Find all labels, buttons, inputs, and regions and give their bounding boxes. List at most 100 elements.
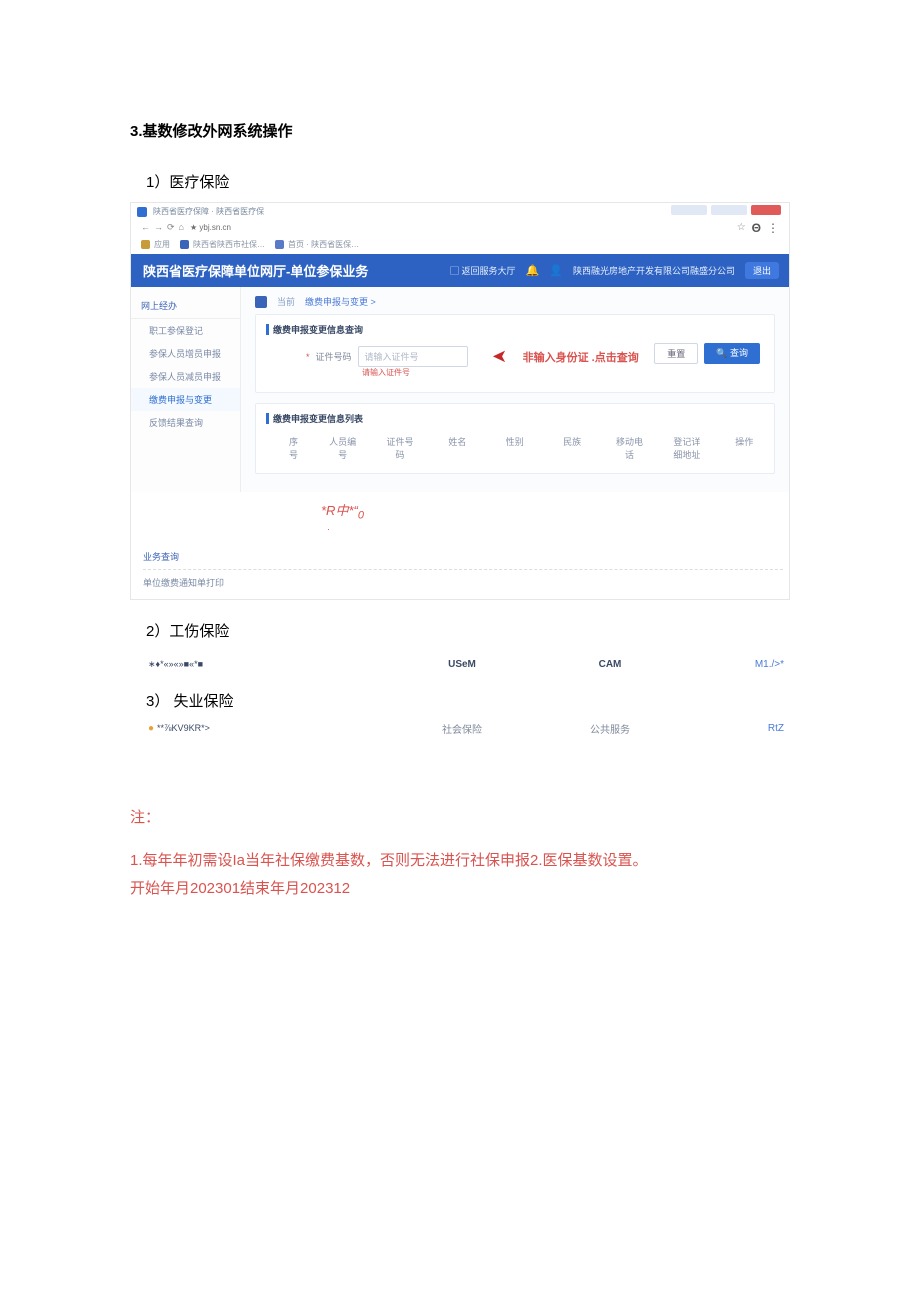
sidebar-item[interactable]: 反馈结果查询 [131, 411, 240, 434]
subsection-1-title: 1）医疗保险 [146, 171, 790, 192]
browser-nav-bar: ← → ⟳ ⌂ ★ ybj.sn.cn ☆ Θ ⋮ [131, 220, 789, 237]
breadcrumb-home-icon[interactable] [255, 296, 267, 308]
query-button[interactable]: 🔍 查询 [704, 343, 760, 364]
bookmark-icon [180, 240, 189, 249]
annotation-dot: · [321, 522, 789, 534]
divider [143, 569, 783, 570]
bookmark-icon [141, 240, 150, 249]
reload-icon[interactable]: ⟳ [167, 222, 175, 233]
query-card: 缴费申报变更信息查询 * 证件号码 请输入证件号 ➤ 非输入身份证 .点击查询 … [255, 314, 775, 393]
business-query-link[interactable]: 业务查询 [137, 546, 789, 567]
sidebar: 网上经办 职工参保登记 参保人员增员申报 参保人员减员申报 缴费申报与变更 ➤ … [131, 287, 241, 492]
logo-text: ●**⅞KV9KR*> [148, 723, 388, 734]
bell-icon[interactable]: 🔔 [526, 264, 540, 277]
card-title-text: 缴费申报变更信息列表 [273, 412, 363, 425]
bookmark-label: 陕西省陕西市社保… [193, 239, 265, 250]
sidebar-item[interactable]: 参保人员增员申报 [131, 342, 240, 365]
nav-tab[interactable]: 公共服务 [536, 721, 684, 736]
bookmark-item[interactable]: 陕西省陕西市社保… [180, 239, 265, 250]
portal-title: 陕西省医疗保障单位网厅-单位参保业务 [143, 261, 368, 280]
win-control [671, 205, 707, 215]
nav-tab[interactable]: USeM [388, 659, 536, 670]
nav-right-text: RtZ [684, 723, 784, 734]
bookmark-label: 应用 [154, 239, 170, 250]
col-header: 操作 [731, 435, 758, 461]
breadcrumb-root: 当前 [277, 295, 295, 308]
list-card: 缴费申报变更信息列表 序号 人员编号 证件号码 姓名 性别 民族 移动电话 登记… [255, 403, 775, 474]
sidebar-item[interactable]: 职工参保登记 [131, 319, 240, 342]
tab-favicon-icon [137, 207, 147, 217]
col-header: 登记详细地址 [673, 435, 700, 461]
annotation-text: *R中*“0 · [131, 492, 789, 534]
back-hall-label: 返回服务大厅 [462, 266, 516, 276]
card-bar-icon [266, 324, 269, 335]
col-header: 证件号码 [386, 435, 413, 461]
field-label: 证件号码 [316, 350, 352, 363]
notes-title: 注： [130, 806, 790, 827]
sidebar-item[interactable]: 参保人员减员申报 [131, 365, 240, 388]
id-input[interactable]: 请输入证件号 [358, 346, 468, 367]
col-header: 性别 [501, 435, 528, 461]
header-right: ▢ 返回服务大厅 🔔 👤 陕西融光房地产开发有限公司融盛分公司 退出 [450, 262, 779, 279]
field-error: 请输入证件号 [266, 367, 764, 378]
col-header: 序号 [288, 435, 299, 461]
card-title: 缴费申报变更信息查询 [266, 323, 764, 342]
profile-icon[interactable]: Θ [752, 221, 761, 235]
logo-text: ∗♦*«»«»■«*■ [148, 659, 388, 670]
address-bar[interactable]: ★ ybj.sn.cn [190, 223, 231, 232]
home-icon[interactable]: ⌂ [179, 222, 184, 233]
sidebar-item-wrap: 缴费申报与变更 ➤ [131, 388, 240, 411]
col-header: 民族 [558, 435, 585, 461]
payment-notice-link[interactable]: 单位缴费通知单打印 [137, 572, 789, 593]
content-area: 当前 缴费申报与变更 > 缴费申报变更信息查询 * 证件号码 请输入证件号 ➤ … [241, 287, 789, 492]
breadcrumb-page[interactable]: 缴费申报与变更 > [305, 295, 376, 308]
window-controls [671, 205, 781, 215]
nav-right-text: M1./>* [684, 659, 784, 670]
section-title: 3.基数修改外网系统操作 [130, 120, 790, 141]
logo-dot-icon: ● [148, 723, 154, 734]
browser-tab-bar: 陕西省医疗保障 · 陕西省医疗保 [131, 203, 789, 220]
win-control [711, 205, 747, 215]
nav-row: ∗♦*«»«»■«*■ USeM CAM M1./>* [130, 651, 790, 680]
portal-header: 陕西省医疗保障单位网厅-单位参保业务 ▢ 返回服务大厅 🔔 👤 陕西融光房地产开… [131, 254, 789, 287]
reset-button[interactable]: 重置 [654, 343, 698, 364]
back-hall-link[interactable]: ▢ 返回服务大厅 [450, 264, 516, 277]
company-name: 陕西融光房地产开发有限公司融盛分公司 [573, 264, 735, 277]
forward-icon[interactable]: → [154, 222, 163, 233]
notes-body: 1.每年年初需设Ia当年社保缴费基数，否则无法进行社保申报2.医保基数设置。开始… [130, 847, 650, 904]
button-row: 重置 🔍 查询 [654, 343, 760, 364]
annotation-main: *R中*“ [321, 503, 358, 518]
bottom-links: 业务查询 单位缴费通知单打印 [131, 534, 789, 599]
screenshot-medical: 陕西省医疗保障 · 陕西省医疗保 ← → ⟳ ⌂ ★ ybj.sn.cn ☆ Θ… [130, 202, 790, 600]
menu-icon[interactable]: ⋮ [767, 221, 779, 235]
table-header: 序号 人员编号 证件号码 姓名 性别 民族 移动电话 登记详细地址 操作 [266, 431, 764, 467]
col-header: 姓名 [444, 435, 471, 461]
screenshot-unemployment: ●**⅞KV9KR*> 社会保险 公共服务 RtZ [130, 721, 790, 746]
subsection-3-title: 3） 失业保险 [146, 690, 790, 711]
bookmark-icon [275, 240, 284, 249]
nav-tab[interactable]: 社会保险 [388, 721, 536, 736]
card-title: 缴费申报变更信息列表 [266, 412, 764, 431]
breadcrumb: 当前 缴费申报与变更 > [255, 295, 775, 314]
card-bar-icon [266, 413, 269, 424]
logout-button[interactable]: 退出 [745, 262, 779, 279]
hint-annotation: 非输入身份证 .点击查询 [523, 349, 639, 365]
query-button-label: 查询 [730, 348, 748, 358]
nav-row: ●**⅞KV9KR*> 社会保险 公共服务 RtZ [130, 721, 790, 746]
card-title-text: 缴费申报变更信息查询 [273, 323, 363, 336]
nav-tab[interactable]: CAM [536, 659, 684, 670]
col-header: 移动电话 [616, 435, 643, 461]
required-star-icon: * [306, 352, 310, 362]
back-icon[interactable]: ← [141, 222, 150, 233]
sidebar-item-active[interactable]: 缴费申报与变更 [131, 388, 240, 411]
bookmark-item[interactable]: 应用 [141, 239, 170, 250]
sidebar-section-header: 网上经办 [131, 295, 240, 319]
nav-arrows[interactable]: ← → ⟳ ⌂ [141, 222, 184, 233]
bookmark-star-icon[interactable]: ☆ [737, 222, 746, 233]
nav-right: ☆ Θ ⋮ [737, 221, 779, 235]
subsection-2-title: 2）工伤保险 [146, 620, 790, 641]
bookmark-item[interactable]: 首页 · 陕西省医保… [275, 239, 359, 250]
arrow-annotation-icon: ➤ [492, 346, 507, 367]
user-icon: 👤 [549, 264, 563, 277]
main-area: 网上经办 职工参保登记 参保人员增员申报 参保人员减员申报 缴费申报与变更 ➤ … [131, 287, 789, 492]
